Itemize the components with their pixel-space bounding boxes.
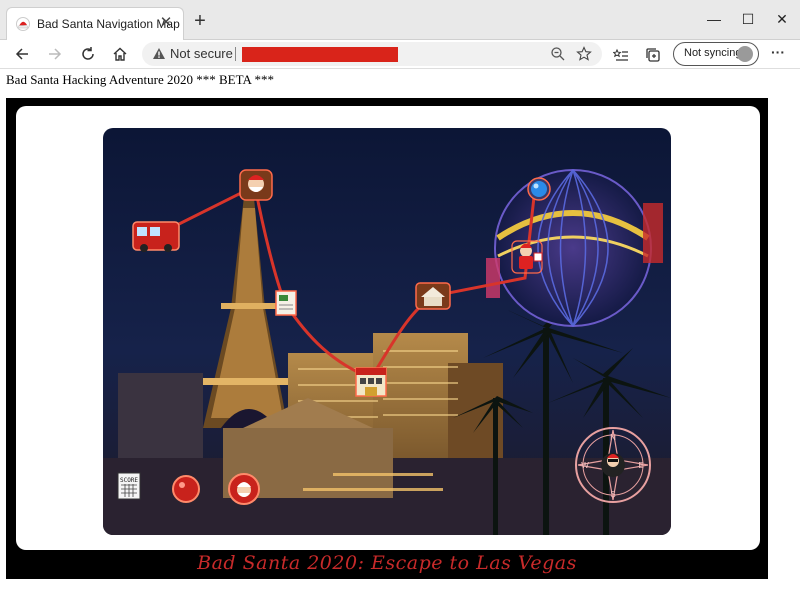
score-label: SCORE bbox=[120, 477, 138, 484]
maximize-button[interactable]: ☐ bbox=[734, 8, 762, 30]
refresh-button[interactable] bbox=[76, 42, 100, 66]
collections-icon[interactable] bbox=[645, 47, 661, 63]
red-ball-button[interactable] bbox=[172, 475, 200, 503]
red-truck-node[interactable] bbox=[132, 221, 180, 252]
profile-sync-button[interactable]: Not syncing bbox=[673, 42, 759, 66]
home-icon bbox=[113, 47, 127, 61]
compass-west-label: W bbox=[581, 461, 589, 470]
redacted-url[interactable] bbox=[242, 47, 398, 62]
tab-close-icon[interactable]: ✕ bbox=[157, 14, 175, 32]
close-window-button[interactable]: ✕ bbox=[768, 8, 796, 30]
sync-label: Not syncing bbox=[684, 47, 742, 59]
blue-orb-node[interactable] bbox=[527, 177, 551, 201]
santa-hat-icon bbox=[16, 17, 30, 31]
address-separator bbox=[235, 47, 236, 61]
browser-titlebar: Bad Santa Navigation Map ✕ + — ☐ ✕ bbox=[0, 0, 800, 40]
back-button[interactable] bbox=[10, 42, 34, 66]
address-bar[interactable]: Not secure bbox=[142, 42, 602, 66]
browser-toolbar: Not secure Not syncing ··· bbox=[0, 40, 800, 69]
favorite-star-icon[interactable] bbox=[576, 46, 592, 62]
compass-east-label: E bbox=[638, 461, 643, 470]
back-arrow-icon bbox=[15, 48, 28, 60]
game-frame: SCORE N S E W Bad Santa 2020: Escape to … bbox=[6, 98, 768, 579]
browser-tab[interactable]: Bad Santa Navigation Map ✕ bbox=[6, 7, 184, 40]
forward-button[interactable] bbox=[43, 42, 67, 66]
house-node[interactable] bbox=[415, 282, 451, 310]
page-heading: Bad Santa Hacking Adventure 2020 *** BET… bbox=[6, 72, 274, 87]
home-button[interactable] bbox=[108, 42, 132, 66]
favorites-list-icon[interactable] bbox=[613, 47, 629, 63]
warning-icon bbox=[153, 48, 165, 59]
navigation-map: SCORE N S E W bbox=[103, 128, 671, 535]
forward-arrow-icon bbox=[49, 48, 62, 60]
score-button[interactable]: SCORE bbox=[117, 472, 141, 500]
security-status: Not secure bbox=[170, 46, 233, 61]
settings-menu-icon[interactable]: ··· bbox=[771, 44, 785, 60]
profile-avatar-icon bbox=[737, 46, 753, 62]
refresh-icon bbox=[82, 47, 94, 60]
santa-top-node[interactable] bbox=[239, 169, 273, 201]
game-title-banner: Bad Santa 2020: Escape to Las Vegas bbox=[197, 552, 577, 574]
minimize-button[interactable]: — bbox=[700, 8, 728, 30]
compass-south-label: S bbox=[610, 490, 615, 499]
casino-building-node[interactable] bbox=[355, 367, 387, 397]
zoom-icon[interactable] bbox=[550, 46, 566, 62]
new-tab-button[interactable]: + bbox=[190, 11, 210, 31]
santa-button[interactable] bbox=[228, 473, 260, 505]
compass-north-label: N bbox=[610, 433, 616, 442]
document-node[interactable] bbox=[275, 290, 297, 316]
compass[interactable]: N S E W bbox=[575, 427, 651, 503]
